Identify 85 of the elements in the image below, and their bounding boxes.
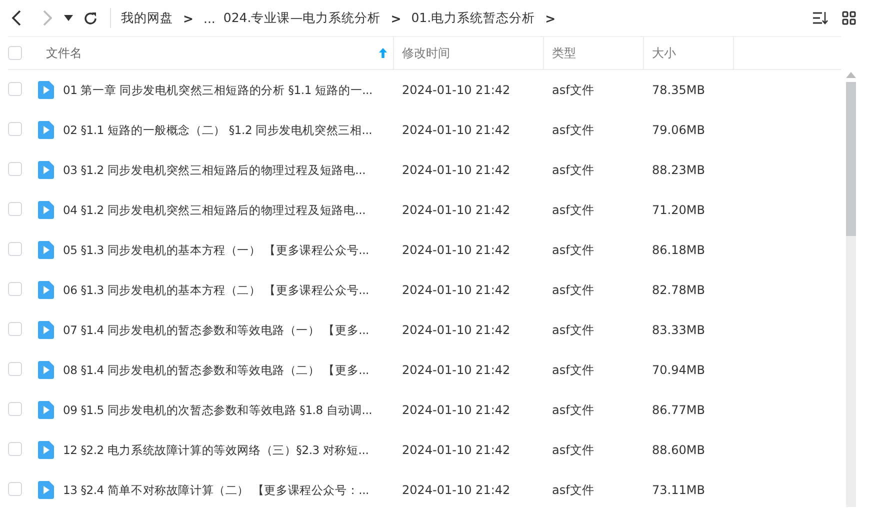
file-name[interactable]: 02 §1.1 短路的一般概念（二） §1.2 同步发电机突然三相... bbox=[63, 122, 372, 138]
checkbox[interactable] bbox=[8, 322, 22, 336]
file-name[interactable]: 04 §1.2 同步发电机突然三相短路后的物理过程及短路电... bbox=[63, 202, 366, 218]
checkbox[interactable] bbox=[8, 82, 22, 96]
file-type: asf文件 bbox=[551, 402, 595, 418]
file-name[interactable]: 09 §1.5 同步发电机的次暂态参数和等效电路 §1.8 自动调... bbox=[63, 402, 372, 418]
video-file-icon bbox=[38, 281, 54, 299]
modified-time: 2024-01-10 21:42 bbox=[401, 243, 512, 257]
file-size: 73.11MB bbox=[651, 483, 706, 497]
sort-arrow-icon bbox=[379, 48, 387, 58]
video-file-icon bbox=[38, 441, 54, 459]
file-size: 86.18MB bbox=[651, 243, 706, 257]
breadcrumb-separator: > bbox=[545, 10, 556, 26]
video-file-icon bbox=[38, 241, 54, 259]
checkbox[interactable] bbox=[8, 282, 22, 296]
video-file-icon bbox=[38, 361, 54, 379]
column-header[interactable]: 大小 bbox=[652, 44, 676, 62]
file-type: asf文件 bbox=[551, 362, 595, 378]
modified-time: 2024-01-10 21:42 bbox=[401, 363, 512, 377]
breadcrumb-separator: > bbox=[390, 10, 402, 26]
file-size: 86.77MB bbox=[651, 403, 706, 417]
file-name[interactable]: 06 §1.3 同步发电机的基本方程（二） 【更多课程公众号... bbox=[63, 282, 370, 298]
column-header[interactable]: 类型 bbox=[552, 44, 576, 62]
modified-time: 2024-01-10 21:42 bbox=[401, 323, 512, 337]
file-size: 88.60MB bbox=[651, 443, 706, 457]
file-name[interactable]: 05 §1.3 同步发电机的基本方程（一） 【更多课程公众号... bbox=[63, 242, 370, 258]
modified-time: 2024-01-10 21:42 bbox=[401, 123, 512, 137]
file-size: 79.06MB bbox=[651, 123, 706, 137]
checkbox[interactable] bbox=[8, 442, 22, 456]
file-size: 83.33MB bbox=[651, 323, 706, 337]
sort-icon[interactable] bbox=[812, 11, 828, 25]
file-type: asf文件 bbox=[551, 322, 595, 338]
modified-time: 2024-01-10 21:42 bbox=[401, 443, 512, 457]
checkbox[interactable] bbox=[8, 202, 22, 216]
checkbox[interactable] bbox=[8, 162, 22, 176]
checkbox[interactable] bbox=[8, 402, 22, 416]
file-type: asf文件 bbox=[551, 242, 595, 258]
file-type: asf文件 bbox=[551, 442, 595, 458]
video-file-icon bbox=[38, 481, 54, 499]
file-size: 70.94MB bbox=[651, 363, 706, 377]
video-file-icon bbox=[38, 201, 54, 219]
dropdown-caret-icon[interactable] bbox=[64, 15, 73, 21]
file-size: 71.20MB bbox=[651, 203, 706, 217]
scrollbar[interactable] bbox=[846, 82, 856, 507]
file-name[interactable]: 12 §2.2 电力系统故障计算的等效网络（三）§2.3 对称短... bbox=[63, 442, 369, 458]
file-name[interactable]: 07 §1.4 同步发电机的暂态参数和等效电路（一） 【更多... bbox=[63, 322, 370, 338]
file-type: asf文件 bbox=[551, 162, 595, 178]
file-type: asf文件 bbox=[551, 202, 595, 218]
breadcrumb-link[interactable]: 我的网盘 bbox=[121, 10, 173, 26]
breadcrumb-separator: > bbox=[183, 10, 194, 26]
column-header[interactable]: 修改时间 bbox=[402, 44, 450, 62]
scroll-up-icon[interactable] bbox=[846, 72, 856, 78]
video-file-icon bbox=[38, 121, 54, 139]
checkbox[interactable] bbox=[8, 362, 22, 376]
video-file-icon bbox=[38, 161, 54, 179]
file-type: asf文件 bbox=[551, 122, 595, 138]
modified-time: 2024-01-10 21:42 bbox=[401, 283, 512, 297]
modified-time: 2024-01-10 21:42 bbox=[401, 483, 512, 497]
checkbox[interactable] bbox=[8, 122, 22, 136]
grid-view-icon[interactable] bbox=[842, 11, 856, 25]
modified-time: 2024-01-10 21:42 bbox=[401, 163, 512, 177]
file-type: asf文件 bbox=[551, 82, 595, 98]
file-name[interactable]: 01 第一章 同步发电机突然三相短路的分析 §1.1 短路的一... bbox=[63, 82, 372, 98]
modified-time: 2024-01-10 21:42 bbox=[401, 203, 512, 217]
modified-time: 2024-01-10 21:42 bbox=[401, 403, 512, 417]
breadcrumb-link[interactable]: 01.电力系统暂态分析 bbox=[411, 10, 536, 26]
file-name[interactable]: 13 §2.4 简单不对称故障计算（二） 【更多课程公众号：... bbox=[63, 482, 370, 498]
breadcrumb-link[interactable]: 024.专业课—电力系统分析 bbox=[223, 10, 381, 26]
video-file-icon bbox=[38, 81, 54, 99]
file-size: 78.35MB bbox=[651, 83, 706, 97]
breadcrumb-link[interactable]: ... bbox=[203, 10, 216, 26]
video-file-icon bbox=[38, 321, 54, 339]
refresh-icon[interactable] bbox=[83, 10, 98, 26]
file-name[interactable]: 08 §1.4 同步发电机的暂态参数和等效电路（二） 【更多... bbox=[63, 362, 370, 378]
file-name[interactable]: 03 §1.2 同步发电机突然三相短路后的物理过程及短路电... bbox=[63, 162, 366, 178]
file-type: asf文件 bbox=[551, 482, 595, 498]
file-size: 82.78MB bbox=[651, 283, 706, 297]
checkbox[interactable] bbox=[8, 482, 22, 496]
modified-time: 2024-01-10 21:42 bbox=[401, 83, 512, 97]
checkbox[interactable] bbox=[8, 242, 22, 256]
file-size: 88.23MB bbox=[651, 163, 706, 177]
column-header[interactable]: 文件名 bbox=[46, 44, 82, 62]
video-file-icon bbox=[38, 401, 54, 419]
checkbox[interactable] bbox=[8, 46, 22, 60]
file-type: asf文件 bbox=[551, 282, 595, 298]
